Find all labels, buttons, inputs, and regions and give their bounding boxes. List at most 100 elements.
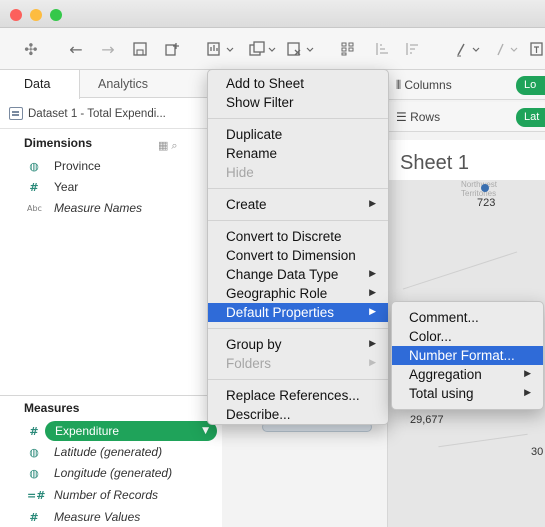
hash-icon: # [29, 424, 39, 438]
marks-card [222, 420, 388, 527]
field-label: Year [54, 180, 79, 194]
field-context-menu: Add to Sheet Show Filter Duplicate Renam… [207, 69, 389, 425]
submenu-arrow-icon: ▶ [369, 288, 376, 298]
field-label: Longitude (generated) [54, 466, 173, 480]
submenu-arrow-icon: ▶ [369, 339, 376, 349]
dimensions-tools: ▦⌕ [158, 139, 181, 153]
globe-icon: ◍ [29, 159, 39, 173]
menu-item-duplicate[interactable]: Duplicate [208, 125, 388, 144]
menu-separator [208, 188, 388, 189]
field-label: Expenditure [55, 424, 120, 438]
duplicate-icon[interactable] [246, 36, 280, 62]
columns-pill[interactable]: Lo [516, 76, 545, 95]
menu-item-folders: Folders ▶ [208, 354, 388, 373]
menu-separator [208, 220, 388, 221]
field-label: Measure Names [54, 201, 143, 215]
default-properties-submenu: Comment... Color... Number Format... Agg… [391, 301, 544, 410]
field-label: Number of Records [54, 488, 159, 502]
map-value-label: 30 [531, 446, 544, 458]
sort-ascending-icon[interactable] [370, 36, 394, 62]
datasource-row[interactable]: Dataset 1 - Total Expendi... [0, 99, 222, 129]
field-label: Province [54, 159, 101, 173]
menu-item-group-by[interactable]: Group by ▶ [208, 335, 388, 354]
rows-pill[interactable]: Lat [516, 108, 545, 127]
field-measure-values[interactable]: # Measure Values [24, 507, 214, 527]
hash-icon: # [29, 510, 39, 524]
menu-item-describe[interactable]: Describe... [208, 405, 388, 424]
tableau-logo-icon[interactable]: ✣ [18, 36, 44, 62]
field-label: Measure Values [54, 510, 141, 524]
field-province[interactable]: ◍ Province [24, 156, 214, 176]
hash-icon: =# [27, 488, 46, 502]
sort-descending-icon[interactable] [400, 36, 424, 62]
menu-item-label: Total using [409, 386, 474, 401]
menu-item-show-filter[interactable]: Show Filter [208, 93, 388, 112]
search-icon[interactable]: ⌕ [171, 139, 180, 152]
submenu-arrow-icon: ▶ [369, 358, 376, 368]
menu-item-change-data-type[interactable]: Change Data Type ▶ [208, 265, 388, 284]
menu-item-label: Geographic Role [226, 286, 328, 301]
submenu-arrow-icon: ▶ [524, 388, 531, 398]
menu-separator [208, 379, 388, 380]
menu-item-hide: Hide [226, 165, 254, 180]
submenu-item-color[interactable]: Color... [392, 327, 543, 346]
new-worksheet-icon[interactable] [204, 36, 238, 62]
menu-item-replace-references[interactable]: Replace References... [208, 386, 388, 405]
zoom-window-button[interactable] [50, 9, 62, 21]
menu-item-convert-to-discrete[interactable]: Convert to Discrete [208, 227, 388, 246]
forward-icon[interactable]: → [96, 36, 120, 62]
group-icon[interactable] [490, 36, 524, 62]
menu-item-add-to-sheet[interactable]: Add to Sheet [208, 74, 388, 93]
submenu-item-comment[interactable]: Comment... [392, 308, 543, 327]
menu-item-label: Create [226, 197, 267, 212]
menu-item-rename[interactable]: Rename [208, 144, 388, 163]
submenu-arrow-icon: ▶ [369, 269, 376, 279]
field-expenditure-pill[interactable]: Expenditure ▼ [45, 421, 217, 441]
menu-item-label: Group by [226, 337, 282, 352]
toolbar: ✣ ← → [0, 28, 545, 70]
clear-icon[interactable] [284, 36, 318, 62]
pane-tabs: Data Analytics [0, 70, 222, 99]
field-latitude[interactable]: ◍ Latitude (generated) [24, 442, 214, 462]
save-icon[interactable] [128, 36, 152, 62]
province-border [402, 251, 518, 290]
back-icon[interactable]: ← [64, 36, 88, 62]
field-number-of-records[interactable]: =# Number of Records [24, 485, 214, 505]
columns-shelf[interactable]: ⫴ Columns Lo [388, 70, 545, 100]
tab-analytics[interactable]: Analytics [98, 70, 148, 98]
submenu-item-number-format[interactable]: Number Format... [392, 346, 543, 365]
province-border [438, 433, 528, 448]
menu-item-convert-to-dimension[interactable]: Convert to Dimension [208, 246, 388, 265]
menu-item-label: Folders [226, 356, 272, 371]
field-label: Latitude (generated) [54, 445, 163, 459]
swap-icon[interactable] [336, 36, 360, 62]
close-window-button[interactable] [10, 9, 22, 21]
menu-item-geographic-role[interactable]: Geographic Role ▶ [208, 284, 388, 303]
tab-data[interactable]: Data [0, 70, 80, 99]
minimize-window-button[interactable] [30, 9, 42, 21]
field-measure-names[interactable]: Abc Measure Names [24, 198, 214, 218]
sheet-title: Sheet 1 [400, 152, 469, 174]
submenu-item-aggregation[interactable]: Aggregation ▶ [392, 365, 543, 384]
new-datasource-icon[interactable] [160, 36, 184, 62]
menu-item-label: Aggregation [409, 367, 482, 382]
map-value-label: 29,677 [410, 414, 444, 426]
menu-item-label: Change Data Type [226, 267, 339, 282]
hash-icon: # [29, 180, 39, 194]
field-longitude[interactable]: ◍ Longitude (generated) [24, 463, 214, 483]
field-year[interactable]: # Year [24, 177, 214, 197]
highlight-icon[interactable] [452, 36, 486, 62]
menu-item-create[interactable]: Create ▶ [208, 195, 388, 214]
globe-icon: ◍ [29, 466, 39, 480]
grid-view-icon[interactable]: ▦ [158, 139, 171, 152]
submenu-item-total-using[interactable]: Total using ▶ [392, 384, 543, 403]
globe-icon: ◍ [29, 445, 39, 459]
label-icon[interactable] [528, 36, 544, 62]
rows-shelf[interactable]: ☰ Rows Lat [388, 102, 545, 132]
datasource-name: Dataset 1 - Total Expendi... [28, 107, 166, 120]
submenu-arrow-icon: ▶ [524, 369, 531, 379]
map-mark[interactable] [481, 184, 489, 192]
datasource-icon [9, 107, 23, 120]
menu-item-default-properties[interactable]: Default Properties ▶ [208, 303, 388, 322]
caret-down-icon[interactable]: ▼ [202, 421, 209, 441]
